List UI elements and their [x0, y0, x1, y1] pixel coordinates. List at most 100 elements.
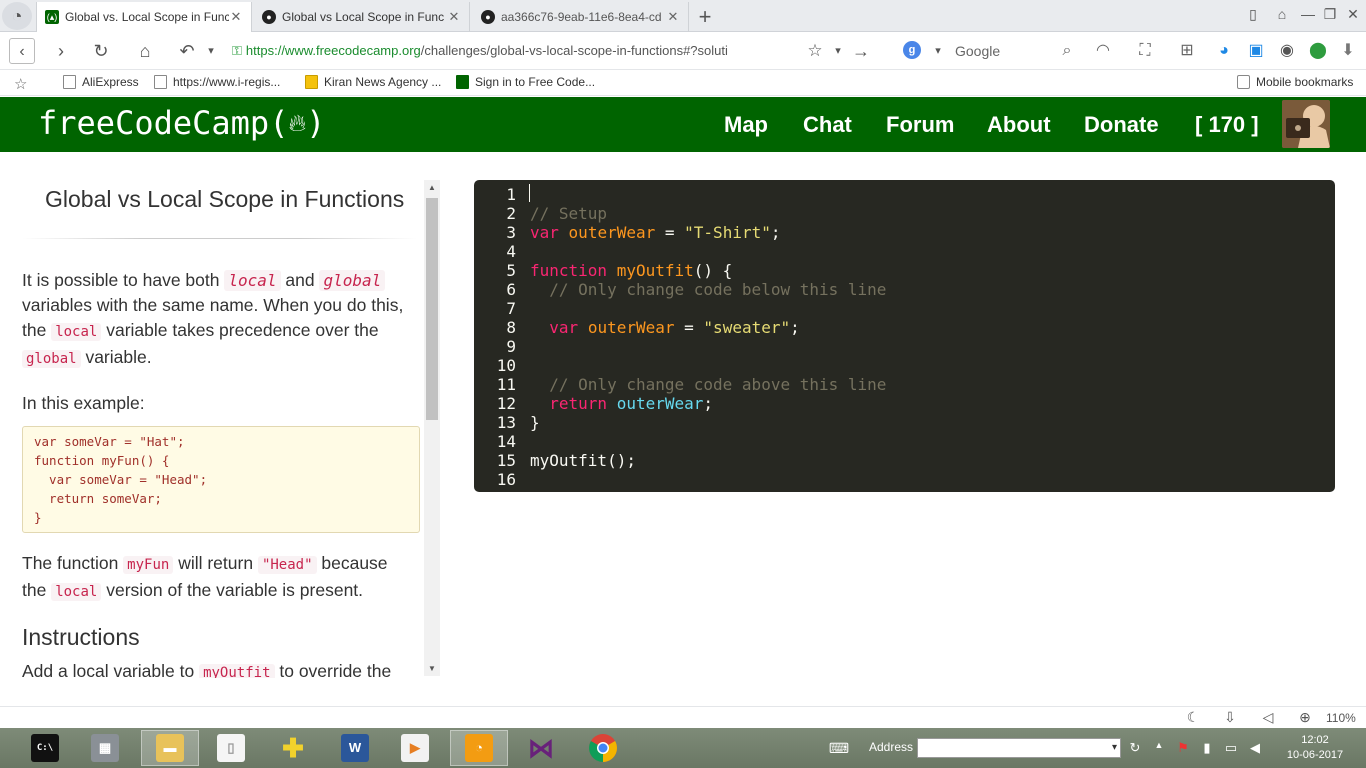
mobile-bookmarks-label: Mobile bookmarks: [1256, 75, 1354, 89]
search-input[interactable]: Google: [955, 43, 1000, 59]
taskbar-wall[interactable]: ▦: [76, 730, 134, 766]
close-icon[interactable]: ✕: [666, 9, 680, 25]
system-clock[interactable]: 12:02 10-06-2017: [1276, 733, 1354, 763]
speed-dial-icon[interactable]: ◕: [1213, 40, 1235, 62]
wifi-icon[interactable]: ◠: [1092, 40, 1114, 62]
nav-chat[interactable]: Chat: [803, 112, 852, 138]
taskbar-plus-app[interactable]: ✚: [264, 730, 322, 766]
secure-lock-icon: ⚿: [232, 43, 242, 58]
taskbar-visual-studio[interactable]: ⋈: [512, 730, 570, 766]
flame-icon: 🔥︎: [288, 109, 307, 137]
google-search-engine-icon[interactable]: g: [903, 41, 921, 59]
description-paragraph-3: The function myFun will return "Head" be…: [22, 553, 388, 601]
folder-icon: [1237, 75, 1250, 89]
code-local: local: [224, 270, 281, 291]
nav-donate[interactable]: Donate: [1084, 112, 1159, 138]
search-engine-dropdown-icon[interactable]: ▾: [925, 38, 951, 64]
taskbar-word[interactable]: W: [326, 730, 384, 766]
windows-taskbar: C:\ ▦ ▬ ▯ ✚ W ▶ ◔ ⋈ ⌨ Address ▾ ↻ ▲ ⚑ ▮ …: [0, 728, 1366, 768]
mobile-bookmarks[interactable]: Mobile bookmarks: [1237, 75, 1353, 89]
bookmarks-star-icon[interactable]: ☆: [14, 75, 27, 93]
screenshot-icon[interactable]: ⛶: [1134, 40, 1156, 62]
code-editor[interactable]: 1 2// Setup 3 var outerWear = "T-Shirt"; …: [474, 180, 1335, 492]
close-icon[interactable]: ✕: [229, 9, 243, 25]
undo-close-tab-button[interactable]: ↶: [174, 38, 200, 64]
nav-about[interactable]: About: [987, 112, 1051, 138]
show-hidden-icons-icon[interactable]: ▲: [1151, 740, 1167, 750]
download-icon[interactable]: ⬇: [1337, 40, 1359, 62]
taskbar-media-player[interactable]: ▶: [386, 730, 444, 766]
scroll-down-arrow-icon[interactable]: ▼: [424, 662, 440, 676]
tab-list-icon[interactable]: ▯: [1243, 6, 1263, 23]
night-mode-icon[interactable]: ☾: [1183, 709, 1203, 726]
divider: [22, 238, 417, 239]
points-counter[interactable]: [ 170 ]: [1195, 112, 1259, 138]
freecodecamp-logo[interactable]: freeCodeCamp(🔥︎): [38, 104, 325, 142]
chevron-down-icon[interactable]: ▾: [1112, 739, 1117, 757]
minimize-icon[interactable]: —: [1298, 6, 1318, 22]
network-icon[interactable]: ▭: [1223, 740, 1239, 756]
code-myfun: myFun: [123, 556, 174, 574]
avatar[interactable]: [1282, 100, 1330, 148]
code-line: }: [34, 510, 42, 525]
taskbar-cmd[interactable]: C:\: [16, 730, 74, 766]
nav-map[interactable]: Map: [724, 112, 768, 138]
taskbar-file-explorer[interactable]: ▬: [141, 730, 199, 766]
bookmark-aliexpress[interactable]: AliExpress: [63, 75, 139, 89]
new-tab-button[interactable]: +: [694, 4, 716, 30]
eye-icon[interactable]: ◉: [1276, 40, 1298, 62]
restore-icon[interactable]: ❐: [1320, 6, 1340, 23]
scroll-up-arrow-icon[interactable]: ▲: [424, 181, 440, 195]
download-manager-icon[interactable]: ⇩: [1220, 709, 1240, 726]
close-icon[interactable]: ✕: [447, 9, 461, 25]
back-button[interactable]: ‹: [9, 38, 35, 64]
reload-button[interactable]: ↻: [88, 38, 114, 64]
address-toolbar-input[interactable]: ▾: [917, 738, 1121, 758]
skin-icon[interactable]: ⌂: [1272, 6, 1292, 22]
zoom-icon[interactable]: ⊕: [1295, 709, 1315, 726]
zoom-level[interactable]: 110%: [1326, 711, 1356, 725]
code-global: global: [319, 270, 386, 291]
instructions-paragraph: Add a local variable to myOutfit to over…: [22, 659, 412, 678]
taskbar-chrome[interactable]: [574, 730, 632, 766]
taskbar-notepad[interactable]: ▯: [202, 730, 260, 766]
extensions-icon[interactable]: ⊞: [1176, 40, 1198, 62]
scrollbar-thumb[interactable]: [426, 198, 438, 420]
line-number: 4: [506, 242, 516, 261]
challenge-description-panel: Global vs Local Scope in Functions It is…: [0, 152, 440, 678]
line-number: 14: [496, 432, 516, 451]
home-button[interactable]: ⌂: [132, 38, 158, 64]
chevron-down-icon[interactable]: ▾: [198, 38, 224, 64]
bookmark-kiran-news[interactable]: Kiran News Agency ...: [305, 75, 441, 89]
go-arrow-icon[interactable]: →: [848, 38, 874, 64]
folder-icon: ▬: [156, 734, 184, 762]
note-icon[interactable]: ▣: [1245, 40, 1267, 62]
clock-time: 12:02: [1301, 734, 1329, 746]
browser-status-bar: ☾ ⇩ ◁ ⊕ 110%: [0, 706, 1366, 728]
tab-freecodecamp[interactable]: (▴) Global vs. Local Scope in Func ✕: [36, 2, 252, 32]
uc-browser-logo-icon[interactable]: ◔: [2, 2, 32, 30]
github-icon: ●: [262, 10, 276, 24]
forward-button[interactable]: ›: [48, 38, 74, 64]
close-window-icon[interactable]: ✕: [1343, 6, 1363, 23]
browser-navigation-bar: ‹ › ↻ ⌂ ↶ ▾ ⚿ https://www.freecodecamp.or…: [0, 32, 1366, 70]
line-number: 8: [506, 318, 516, 337]
shield-icon[interactable]: ⬤: [1307, 40, 1329, 62]
refresh-icon[interactable]: ↻: [1127, 740, 1143, 756]
line-number: 1: [506, 185, 516, 204]
bookmark-freecodecamp-signin[interactable]: Sign in to Free Code...: [456, 75, 595, 89]
tab-github-2[interactable]: ● aa366c76-9eab-11e6-8ea4-cd ✕: [473, 2, 689, 32]
taskbar-uc-browser[interactable]: ◔: [450, 730, 508, 766]
address-bar[interactable]: ⚿ https://www.freecodecamp.org/challenges…: [232, 40, 872, 62]
bookmark-i-regis[interactable]: https://www.i-regis...: [154, 75, 280, 89]
nav-forum[interactable]: Forum: [886, 112, 954, 138]
speaker-icon[interactable]: ◀: [1247, 740, 1263, 756]
tab-github-1[interactable]: ● Global vs Local Scope in Func ✕: [254, 2, 470, 32]
freecodecamp-favicon-icon: [456, 75, 469, 89]
volume-icon[interactable]: ◁: [1258, 709, 1278, 726]
keyboard-icon[interactable]: ⌨: [824, 740, 854, 757]
network-warning-icon[interactable]: ⚑: [1175, 740, 1191, 756]
battery-icon[interactable]: ▮: [1199, 740, 1215, 756]
text-cursor: [529, 184, 530, 202]
search-icon[interactable]: ⌕: [1056, 40, 1078, 62]
